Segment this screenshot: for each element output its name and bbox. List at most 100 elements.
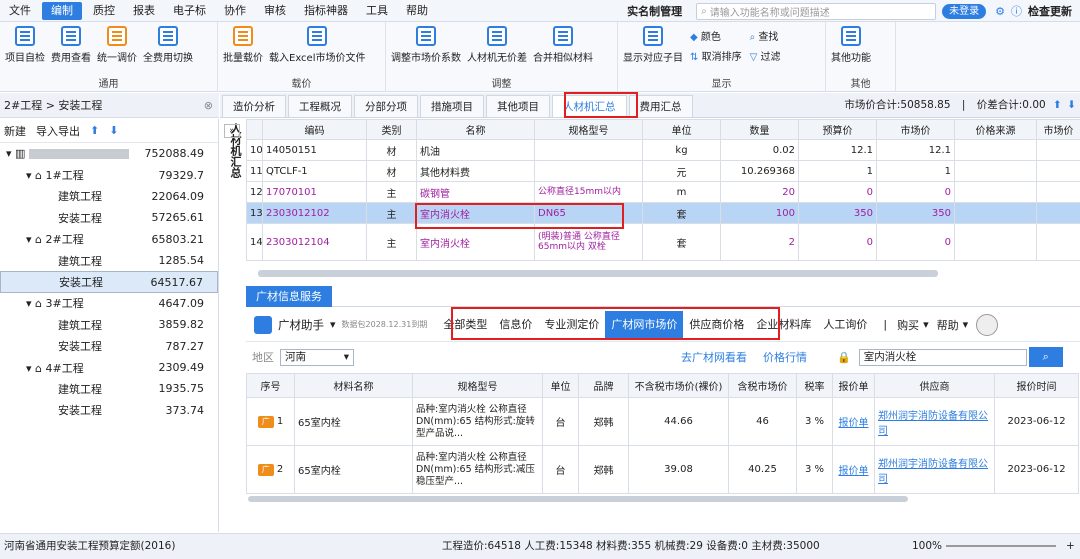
tree-node[interactable]: 安装工程 64517.67 (0, 271, 218, 293)
grid-cell[interactable] (1036, 202, 1080, 224)
filter-button[interactable]: ▽ 过滤 (746, 48, 785, 68)
table-row[interactable]: 11 QTCLF-1 材其他材料费元 10.269368 1 1 (246, 160, 1080, 182)
price-row[interactable]: 广 2 65室内栓 品种:室内消火栓 公称直径DN(mm):65 结构形式:减压稳压… (246, 445, 1079, 494)
tree-node[interactable]: 安装工程 57265.61 (0, 207, 218, 228)
function-search-input[interactable]: ⌕ 请输入功能名称或问题描述 (696, 2, 937, 20)
tree-node[interactable]: 建筑工程 22064.09 (0, 186, 218, 207)
price-cell-rate[interactable]: 3 % (796, 445, 833, 494)
tree-node[interactable]: 安装工程 373.74 (0, 400, 218, 421)
grid-cell[interactable]: 12 (246, 181, 263, 203)
price-cell-date[interactable]: 2023-06-12 (994, 445, 1079, 494)
price-header[interactable]: 材料名称 (294, 373, 413, 398)
tab-items[interactable]: 分部分项 (354, 95, 418, 117)
price-header[interactable]: 供应商 (874, 373, 995, 398)
grid-cell[interactable]: 2303012104 (262, 223, 367, 261)
grid-cell[interactable] (1036, 139, 1080, 161)
grid-cell[interactable]: m (642, 181, 721, 203)
grid-header[interactable]: 规格型号 (534, 119, 643, 140)
horizontal-scrollbar[interactable] (258, 270, 938, 277)
grid-cell[interactable]: 0.02 (720, 139, 799, 161)
grid-cell[interactable]: kg (642, 139, 721, 161)
grid-header[interactable]: 名称 (416, 119, 535, 140)
tree-node[interactable]: 建筑工程 3859.82 (0, 314, 218, 335)
move-up-icon[interactable]: ⬆ (90, 124, 99, 137)
grid-cell[interactable]: 2303012102 (262, 202, 367, 224)
tab-measures[interactable]: 措施项目 (420, 95, 484, 117)
color-button[interactable]: ◆ 颜色 (686, 28, 746, 48)
grid-cell[interactable] (954, 202, 1037, 224)
grid-cell[interactable]: 14 (246, 223, 263, 261)
grid-cell[interactable] (1036, 223, 1080, 261)
avatar[interactable] (976, 313, 999, 336)
grid-cell[interactable]: (明装)普通 公称直径65mm以内 双栓 (534, 223, 643, 261)
zoom-slider[interactable] (946, 545, 1056, 547)
new-button[interactable]: 新建 (4, 123, 26, 139)
filter-measured-price[interactable]: 专业测定价 (538, 311, 605, 339)
zoom-in-icon[interactable]: + (1066, 534, 1075, 558)
grid-header[interactable]: 编码 (262, 119, 367, 140)
menu-edit[interactable]: 编制 (42, 1, 82, 20)
service-tab[interactable]: 广材信息服务 (246, 286, 332, 307)
price-cell-spec[interactable]: 品种:室内消火栓 公称直径DN(mm):65 结构形式:减压稳压型产... (412, 445, 543, 494)
grid-cell[interactable]: 其他材料费 (416, 160, 535, 182)
grid-header[interactable]: 数量 (720, 119, 799, 140)
menu-help[interactable]: 帮助 (397, 0, 437, 22)
tab-overview[interactable]: 工程概况 (288, 95, 352, 117)
grid-cell[interactable]: 350 (876, 202, 955, 224)
grid-cell[interactable]: 350 (798, 202, 877, 224)
price-cell-brand[interactable]: 郑韩 (578, 397, 629, 446)
grid-cell[interactable]: 机油 (416, 139, 535, 161)
price-header[interactable]: 序号 (246, 373, 295, 398)
cancel-sort-button[interactable]: ⇅ 取消排序 (686, 48, 746, 68)
menu-index[interactable]: 指标神器 (295, 0, 357, 22)
collapse-icon[interactable]: ⊗ (204, 93, 213, 118)
lock-icon[interactable]: 🔒 (837, 351, 851, 364)
grid-cell[interactable]: 0 (798, 223, 877, 261)
price-row[interactable]: 广 1 65室内栓 品种:室内消火栓 公称直径DN(mm):65 结构形式:旋转型产… (246, 397, 1079, 446)
find-button[interactable]: ⌕ 查找 (746, 28, 785, 48)
grid-cell[interactable] (954, 160, 1037, 182)
tab-other-items[interactable]: 其他项目 (486, 95, 550, 117)
grid-cell[interactable]: 室内消火栓 (416, 202, 535, 224)
tree-node[interactable]: 建筑工程 1935.75 (0, 378, 218, 399)
price-cell-no[interactable]: 广 2 (246, 445, 295, 494)
grid-cell[interactable]: DN65 (534, 202, 643, 224)
grid-cell[interactable]: 套 (642, 223, 721, 261)
grid-cell[interactable]: 14050151 (262, 139, 367, 161)
tree-node[interactable]: ▾ ⌂ 4#工程 2309.49 (0, 357, 218, 378)
price-cell-brand[interactable]: 郑韩 (578, 445, 629, 494)
grid-cell[interactable] (954, 139, 1037, 161)
price-cell-quote[interactable]: 报价单 (832, 445, 875, 494)
grid-cell[interactable]: 17070101 (262, 181, 367, 203)
grid-cell[interactable]: 13 (246, 202, 263, 224)
menu-tools[interactable]: 工具 (357, 0, 397, 22)
grid-cell[interactable] (534, 160, 643, 182)
price-scrollbar[interactable] (248, 496, 908, 502)
grid-cell[interactable]: 12.1 (798, 139, 877, 161)
region-select[interactable]: 河南 ▾ (280, 348, 354, 366)
price-header[interactable]: 单位 (542, 373, 579, 398)
help-menu[interactable]: 帮助 (937, 317, 959, 333)
price-cell-price[interactable]: 39.08 (628, 445, 729, 494)
tree-node[interactable]: ▾ ⌂ 2#工程 65803.21 (0, 229, 218, 250)
table-row[interactable]: 10 14050151 材机油 kg 0.02 12.1 12.1 (246, 139, 1080, 161)
grid-cell[interactable]: 套 (642, 202, 721, 224)
menu-report[interactable]: 报表 (124, 0, 164, 22)
grid-cell[interactable]: QTCLF-1 (262, 160, 367, 182)
price-header[interactable]: 品牌 (578, 373, 629, 398)
price-header[interactable]: 不含税市场价(裸价) (628, 373, 729, 398)
keyword-input[interactable]: 室内消火栓 (858, 348, 1027, 366)
price-cell-tax_price[interactable]: 46 (728, 397, 797, 446)
menu-review[interactable]: 审核 (255, 0, 295, 22)
price-cell-unit[interactable]: 台 (542, 445, 579, 494)
grid-cell[interactable]: 室内消火栓 (416, 223, 535, 261)
price-cell-unit[interactable]: 台 (542, 397, 579, 446)
grid-header[interactable]: 单位 (642, 119, 721, 140)
grid-cell[interactable]: 0 (876, 181, 955, 203)
table-row[interactable]: 12 17070101 主碳钢管 公称直径15mm以内 m 20 0 0 (246, 181, 1080, 203)
filter-info-price[interactable]: 信息价 (493, 311, 538, 339)
grid-header[interactable]: 市场价 (1036, 119, 1080, 140)
table-row[interactable]: 13 2303012102 主室内消火栓 DN65 套 100 350 350 (246, 202, 1080, 224)
import-export-button[interactable]: 导入导出 (36, 123, 80, 139)
price-cell-supplier[interactable]: 郑州润宇消防设备有限公司 (874, 397, 995, 446)
